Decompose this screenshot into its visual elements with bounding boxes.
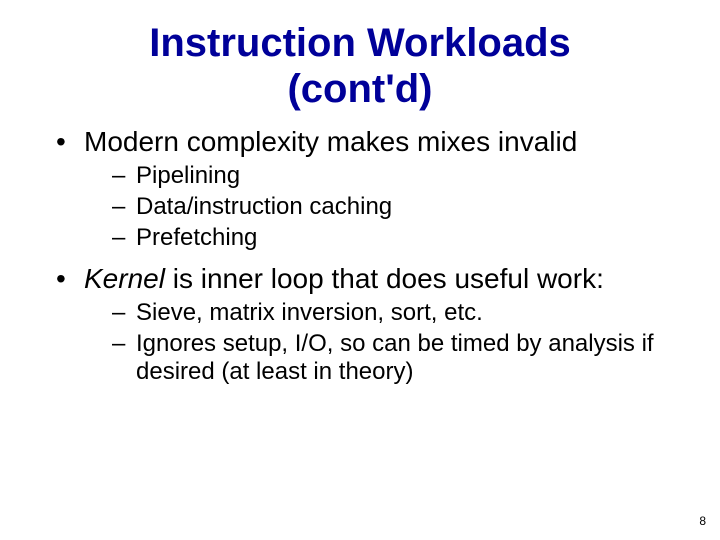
sub-bullet-text: Ignores setup, I/O, so can be timed by a… bbox=[136, 330, 654, 386]
sub-bullet-text: Prefetching bbox=[136, 224, 257, 251]
slide-body: Modern complexity makes mixes invalid Pi… bbox=[50, 126, 670, 387]
bullet-text: Modern complexity makes mixes invalid bbox=[84, 126, 577, 157]
sub-bullet-item: Ignores setup, I/O, so can be timed by a… bbox=[84, 330, 670, 388]
sub-bullet-item: Pipelining bbox=[84, 162, 670, 191]
sub-bullet-item: Data/instruction caching bbox=[84, 193, 670, 222]
bullet-list: Modern complexity makes mixes invalid Pi… bbox=[50, 126, 670, 387]
sub-bullet-list: Sieve, matrix inversion, sort, etc. Igno… bbox=[84, 299, 670, 387]
sub-bullet-text: Sieve, matrix inversion, sort, etc. bbox=[136, 299, 483, 326]
sub-bullet-item: Sieve, matrix inversion, sort, etc. bbox=[84, 299, 670, 328]
bullet-item: Kernel is inner loop that does useful wo… bbox=[50, 263, 670, 388]
sub-bullet-item: Prefetching bbox=[84, 224, 670, 253]
slide-title: Instruction Workloads (cont'd) bbox=[40, 0, 680, 112]
slide: Instruction Workloads (cont'd) Modern co… bbox=[0, 0, 720, 540]
bullet-item: Modern complexity makes mixes invalid Pi… bbox=[50, 126, 670, 253]
sub-bullet-text: Data/instruction caching bbox=[136, 193, 392, 220]
title-line-1: Instruction Workloads bbox=[149, 21, 571, 65]
bullet-text-italic: Kernel bbox=[84, 263, 165, 294]
title-line-2: (cont'd) bbox=[287, 67, 432, 111]
bullet-text: is inner loop that does useful work: bbox=[165, 263, 604, 294]
sub-bullet-list: Pipelining Data/instruction caching Pref… bbox=[84, 162, 670, 252]
page-number: 8 bbox=[699, 514, 706, 528]
sub-bullet-text: Pipelining bbox=[136, 162, 240, 189]
